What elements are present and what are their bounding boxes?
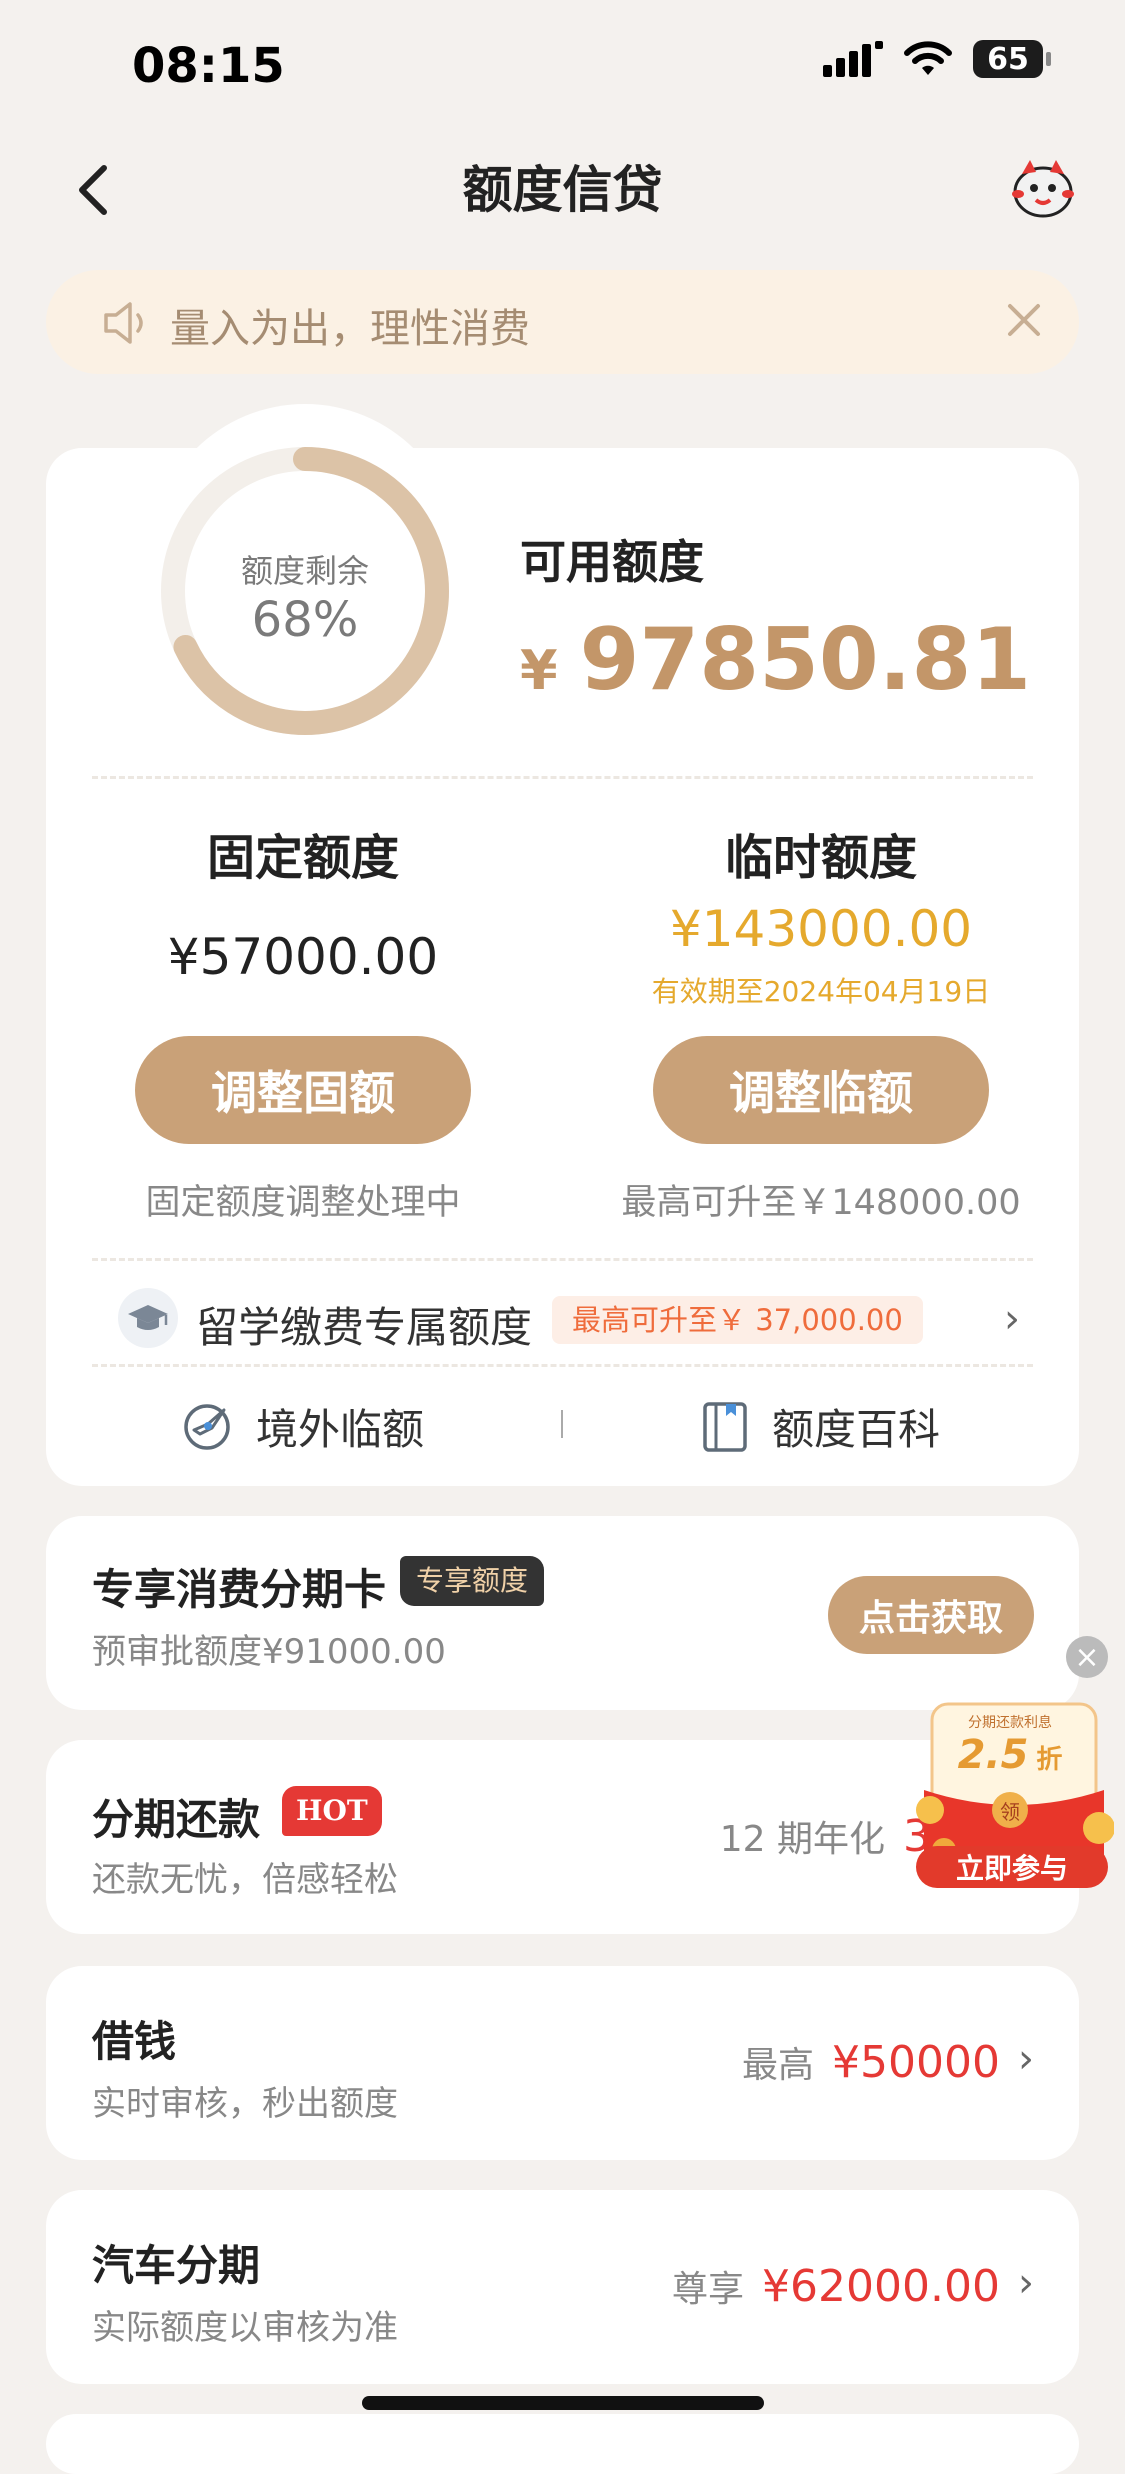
close-notice-button[interactable] — [1004, 300, 1044, 344]
promo-discount: 2.5 折 — [940, 1732, 1080, 1778]
temp-limit-value: ¥143000.00 — [669, 900, 973, 958]
installment-repay-rate: 12 期年化3. — [720, 1810, 945, 1862]
mascot-icon[interactable] — [1010, 158, 1076, 218]
chevron-right-icon: › — [1004, 1296, 1020, 1342]
overseas-icon — [184, 1403, 230, 1450]
get-button[interactable]: 点击获取 — [828, 1576, 1034, 1654]
battery-indicator: 65 — [973, 40, 1051, 78]
installment-repay-subtitle: 还款无忧，倍感轻松 — [92, 1860, 398, 1900]
ring-label: 额度剩余 — [240, 552, 369, 590]
page-title: 额度信贷 — [462, 161, 663, 219]
installment-card-title: 专享消费分期卡 — [92, 1565, 387, 1614]
close-promo-button[interactable]: × — [1066, 1636, 1108, 1678]
borrow-right-label: 最高 — [742, 2045, 815, 2086]
promo-coin: 领 — [992, 1792, 1028, 1828]
book-icon — [703, 1401, 747, 1452]
study-abroad-label: 留学缴费专属额度 — [196, 1303, 533, 1352]
credit-encyclopedia-link[interactable]: 额度百科 — [700, 1396, 940, 1457]
borrow-max: 最高 ¥50000 — [742, 2036, 1000, 2088]
join-now-button[interactable]: 立即参与 — [916, 1846, 1108, 1888]
wifi-icon — [904, 41, 952, 75]
study-abroad-badge: 最高可升至￥ 37,000.00 — [552, 1296, 923, 1344]
borrow-title: 借钱 — [92, 2017, 177, 2066]
promo-top-text: 分期还款利息 — [968, 1715, 1052, 1731]
temp-limit-validity: 有效期至2024年04月19日 — [651, 975, 991, 1008]
car-loan-right-label: 尊享 — [672, 2269, 745, 2310]
borrow-subtitle: 实时审核，秒出额度 — [92, 2084, 398, 2124]
currency-symbol: ¥ — [520, 639, 558, 702]
home-indicator — [362, 2396, 764, 2410]
fixed-limit-note: 固定额度调整处理中 — [145, 1183, 461, 1223]
promo-discount-unit: 折 — [1036, 1745, 1063, 1775]
temp-limit-title: 临时额度 — [724, 830, 917, 886]
adjust-temp-button[interactable]: 调整临额 — [653, 1036, 989, 1144]
overseas-temp-limit-link[interactable]: 境外临额 — [180, 1396, 424, 1457]
divider — [92, 1258, 1033, 1261]
car-loan-subtitle: 实际额度以审核为准 — [92, 2308, 398, 2348]
signal-icon — [823, 41, 883, 77]
car-loan-title: 汽车分期 — [92, 2241, 261, 2290]
divider — [92, 776, 1033, 779]
installment-card-subtitle: 预审批额度¥91000.00 — [92, 1632, 446, 1672]
temp-limit-note: 最高可升至￥148000.00 — [621, 1183, 1021, 1223]
fixed-limit-value: ¥57000.00 — [167, 928, 439, 986]
notice-text: 量入为出，理性消费 — [170, 306, 530, 352]
next-card-peek — [46, 2414, 1079, 2474]
chevron-right-icon: › — [1018, 2036, 1034, 2082]
rate-label: 12 期年化 — [719, 1819, 886, 1860]
chevron-right-icon: › — [1018, 2260, 1034, 2306]
car-loan-right-value: ¥62000.00 — [762, 2261, 1000, 2312]
available-value: 97850.81 — [579, 610, 1032, 710]
available-amount: ¥97850.81 — [520, 610, 1031, 710]
promo-discount-value: 2.5 — [957, 1732, 1029, 1778]
available-label: 可用额度 — [520, 535, 704, 589]
graduation-cap-icon — [118, 1288, 178, 1348]
status-icons: 65 — [823, 40, 1051, 78]
borrow-right-value: ¥50000 — [832, 2037, 1000, 2088]
speaker-icon — [100, 298, 152, 352]
exclusive-badge: 专享额度 — [400, 1556, 545, 1606]
tools-divider — [561, 1410, 563, 1438]
adjust-fixed-button[interactable]: 调整固额 — [135, 1036, 471, 1144]
installment-repay-title: 分期还款 — [92, 1795, 261, 1844]
status-time: 08:15 — [132, 38, 285, 94]
divider — [92, 1364, 1033, 1367]
ring-percent: 68% — [251, 592, 359, 648]
tool-label: 额度百科 — [772, 1405, 941, 1454]
close-icon — [1008, 304, 1040, 336]
car-loan-amount: 尊享 ¥62000.00 — [672, 2260, 1000, 2312]
hot-badge: HOT — [282, 1786, 382, 1836]
tool-label: 境外临额 — [256, 1405, 425, 1454]
fixed-limit-title: 固定额度 — [206, 830, 399, 886]
